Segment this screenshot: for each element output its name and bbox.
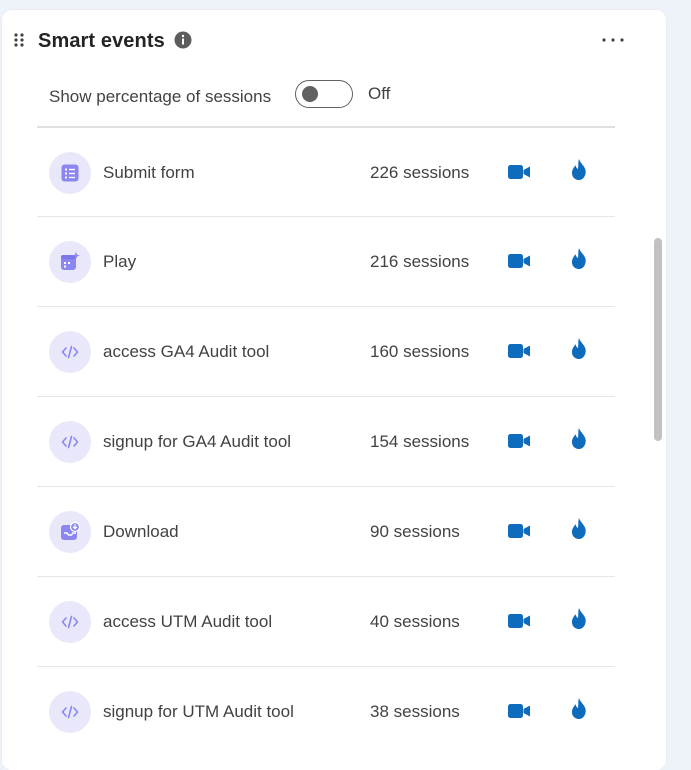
event-row-4[interactable]: signup for GA4 Audit tool 154 sessions [37, 396, 615, 486]
smart-events-card: Smart events Show percentage of sessions… [2, 10, 666, 770]
form-icon [49, 152, 91, 194]
more-options-button[interactable] [595, 28, 631, 52]
widget-title: Smart events [38, 30, 165, 52]
event-name: Download [103, 522, 179, 541]
flame-icon[interactable] [569, 517, 589, 541]
toggle-knob [302, 86, 318, 102]
percentage-toggle[interactable] [295, 80, 353, 108]
flame-icon[interactable] [569, 607, 589, 631]
video-camera-icon[interactable] [507, 162, 531, 182]
scrollbar-thumb[interactable] [654, 238, 662, 441]
event-row-5[interactable]: Download 90 sessions [37, 486, 615, 576]
event-session-count: 40 sessions [370, 612, 460, 631]
event-session-count: 38 sessions [370, 702, 460, 721]
event-session-count: 90 sessions [370, 522, 460, 541]
event-name: signup for UTM Audit tool [103, 702, 294, 721]
event-row-6[interactable]: access UTM Audit tool 40 sessions [37, 576, 615, 666]
toggle-state: Off [368, 84, 391, 103]
event-session-count: 160 sessions [370, 342, 470, 361]
code-icon [49, 331, 91, 373]
video-camera-icon[interactable] [507, 431, 531, 451]
drag-handle-icon[interactable] [13, 32, 25, 48]
video-camera-icon[interactable] [507, 251, 531, 271]
event-name: access GA4 Audit tool [103, 342, 270, 361]
event-name: access UTM Audit tool [103, 612, 273, 631]
event-row-7[interactable]: signup for UTM Audit tool 38 sessions [37, 666, 615, 756]
code-icon [49, 601, 91, 643]
event-row-1[interactable]: Submit form 226 sessions [37, 126, 615, 216]
video-camera-icon[interactable] [507, 521, 531, 541]
video-camera-icon[interactable] [507, 341, 531, 361]
events-list: Submit form 226 sessions Play 216 sessio… [37, 126, 615, 756]
event-name: signup for GA4 Audit tool [103, 432, 292, 451]
info-icon[interactable] [174, 31, 192, 49]
video-camera-icon[interactable] [507, 701, 531, 721]
flame-icon[interactable] [569, 697, 589, 721]
event-row-3[interactable]: access GA4 Audit tool 160 sessions [37, 306, 615, 396]
flame-icon[interactable] [569, 337, 589, 361]
event-session-count: 154 sessions [370, 432, 470, 451]
event-session-count: 216 sessions [370, 252, 470, 271]
code-icon [49, 691, 91, 733]
flame-icon[interactable] [569, 427, 589, 451]
event-name: Submit form [103, 163, 195, 182]
event-name: Play [103, 252, 137, 271]
video-camera-icon[interactable] [507, 611, 531, 631]
event-session-count: 226 sessions [370, 163, 470, 182]
code-icon [49, 421, 91, 463]
play-calendar-icon [49, 241, 91, 283]
flame-icon[interactable] [569, 158, 589, 182]
download-icon [49, 511, 91, 553]
percentage-toggle-row: Show percentage of sessions Off [49, 80, 609, 110]
event-row-2[interactable]: Play 216 sessions [37, 216, 615, 306]
toggle-label: Show percentage of sessions [49, 87, 272, 106]
flame-icon[interactable] [569, 247, 589, 271]
